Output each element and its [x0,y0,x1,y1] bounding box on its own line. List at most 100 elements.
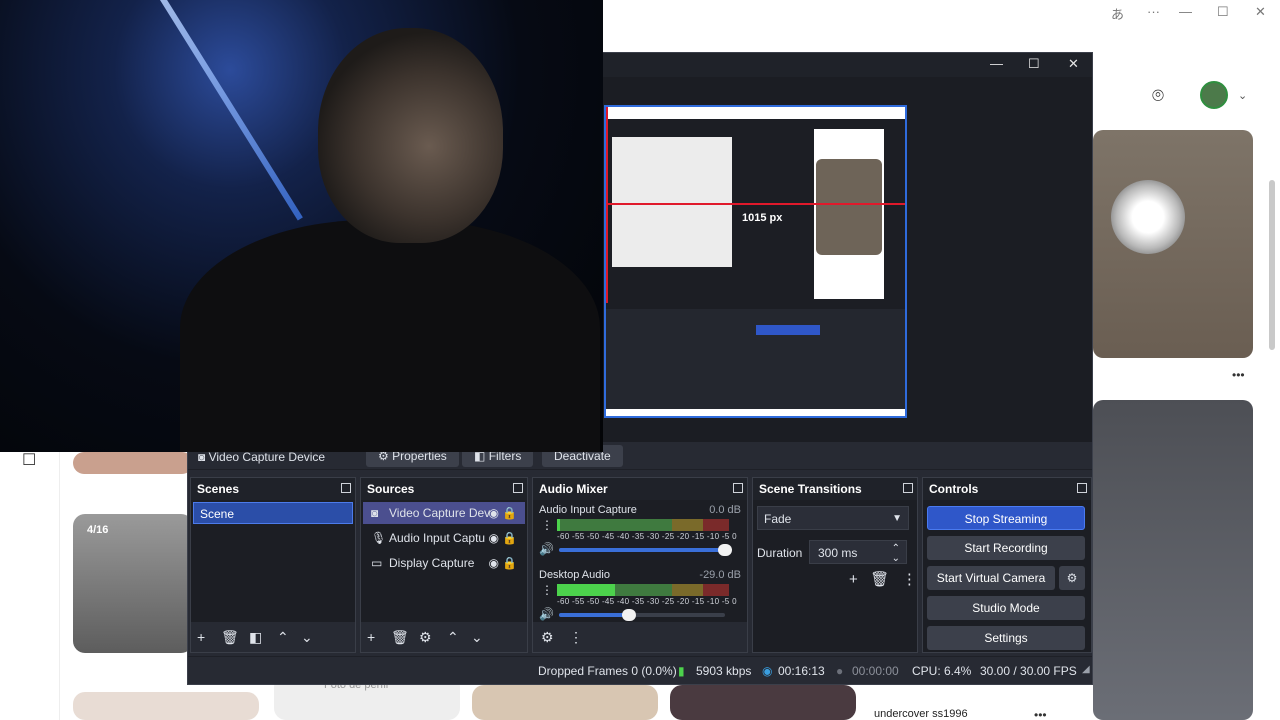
transition-select[interactable]: Fade ▼ [757,506,909,530]
volume-meter [557,519,729,531]
pin-card-bottom-4[interactable] [670,685,856,720]
slider-knob[interactable] [621,609,636,621]
undock-icon[interactable] [1077,483,1087,493]
pin-more-icon[interactable]: ••• [1232,368,1245,382]
kebab-menu-icon[interactable]: ⋮ [541,583,553,597]
browser-scrollbar[interactable] [1269,180,1275,350]
move-up-icon[interactable]: ⌃ [277,629,289,646]
stepper-down-icon[interactable]: ⌄ [892,547,900,571]
browser-titlebar: あ ··· — ☐ ✕ [603,0,1280,27]
add-icon[interactable]: + [849,571,858,588]
eye-icon[interactable]: ◉ [489,527,499,549]
add-icon[interactable]: + [367,629,375,645]
channel-db: -29.0 dB [699,569,741,581]
pin-counter: 4/16 [87,524,109,536]
undock-icon[interactable] [903,483,913,493]
pin-card-bottom-1[interactable] [73,692,259,720]
record-time: 00:00:00 [852,664,899,678]
trash-icon[interactable]: 🗑 [870,571,889,588]
volume-slider[interactable] [559,609,725,621]
resize-grip-icon[interactable]: ◢ [1082,664,1090,675]
virtual-camera-settings-icon[interactable]: ⚙ [1059,566,1085,590]
minimize-icon[interactable]: — [990,56,1003,71]
advanced-audio-icon[interactable]: ⚙ [541,629,554,646]
kebab-menu-icon[interactable]: ⋮ [541,518,553,532]
microphone-icon: 🎙 [371,531,387,545]
pin-image[interactable] [1093,130,1253,358]
lock-icon[interactable]: 🔒 [502,502,517,524]
mixer-body: Audio Input Capture 0.0 dB ⋮ -60 -55 -50… [533,500,747,622]
pin-caption[interactable]: undercover ss1996 [874,708,968,720]
controls-body: Stop Streaming Start Recording Start Vir… [923,500,1091,652]
scene-item[interactable]: Scene [193,502,353,524]
camera-icon: ◙ [371,506,379,520]
meter-scale: -60 -55 -50 -45 -40 -35 -30 -25 -20 -15 … [557,532,737,541]
stream-icon: ◉ [762,664,773,678]
maximize-icon[interactable]: ☐ [1217,4,1229,20]
source-item-video[interactable]: ◙ Video Capture Dev ◉ 🔒 [363,502,525,524]
move-down-icon[interactable]: ⌄ [301,629,313,646]
source-label: Video Capture Dev [389,506,491,520]
undock-icon[interactable] [733,483,743,493]
close-icon[interactable]: ✕ [1255,4,1266,20]
speaker-icon[interactable]: 🔊 [539,542,554,556]
chat-icon[interactable]: ☐ [22,450,36,470]
preview-canvas[interactable] [604,105,907,418]
kebab-menu-icon[interactable]: ⋮ [902,571,917,588]
scenes-list: Scene [191,500,355,622]
undock-icon[interactable] [341,483,351,493]
sources-dock: Sources ◙ Video Capture Dev ◉ 🔒 🎙 Audio … [360,477,528,653]
translate-icon[interactable]: あ [1111,4,1124,23]
eye-icon[interactable]: ◉ [489,552,499,574]
start-virtual-camera-button[interactable]: Start Virtual Camera [927,566,1055,590]
slider-fill [559,548,725,552]
start-recording-button[interactable]: Start Recording [927,536,1085,560]
move-up-icon[interactable]: ⌃ [447,629,459,646]
trash-icon[interactable]: 🗑 [221,629,239,646]
filter-icon[interactable]: ◧ [249,629,262,646]
volume-meter [557,584,729,596]
speaker-icon[interactable]: 🔊 [539,607,554,621]
settings-button[interactable]: Settings [927,626,1085,650]
pin-card-bottom-3[interactable] [472,685,658,720]
channel-db: 0.0 dB [709,504,741,516]
add-icon[interactable]: + [197,629,205,645]
person-head [318,28,503,243]
move-down-icon[interactable]: ⌄ [471,629,483,646]
pin-caption-more-icon[interactable]: ••• [1034,708,1047,720]
pin-card-top[interactable] [73,452,193,474]
cpu-usage: CPU: 6.4% [912,664,972,678]
scenes-dock: Scenes Scene + 🗑 ◧ ⌃ ⌄ [190,477,356,653]
slider-knob[interactable] [718,544,732,556]
meter-scale: -60 -55 -50 -45 -40 -35 -30 -25 -20 -15 … [557,597,737,606]
camera-search-icon[interactable]: ⌾ [1152,85,1164,108]
channel-name: Audio Input Capture [539,504,637,516]
trash-icon[interactable]: 🗑 [391,629,409,646]
dropped-frames: Dropped Frames 0 (0.0%) [538,664,677,678]
scenes-toolbar: + 🗑 ◧ ⌃ ⌄ [191,622,355,652]
lock-icon[interactable]: 🔒 [502,527,517,549]
kebab-menu-icon[interactable]: ⋮ [569,629,583,646]
stop-streaming-button[interactable]: Stop Streaming [927,506,1085,530]
lock-icon[interactable]: 🔒 [502,552,517,574]
gear-icon[interactable]: ⚙ [419,629,432,646]
volume-slider[interactable] [559,544,732,556]
source-item-audio[interactable]: 🎙 Audio Input Captu ◉ 🔒 [363,527,525,549]
fps: 30.00 / 30.00 FPS [980,664,1077,678]
undock-icon[interactable] [513,483,523,493]
studio-mode-button[interactable]: Studio Mode [927,596,1085,620]
mixer-title: Audio Mixer [539,482,608,496]
browser-header: ⌾ ⌄ [1092,63,1280,130]
chevron-down-icon[interactable]: ⌄ [1238,89,1247,102]
pin-card-portrait[interactable]: 4/16 [73,514,193,653]
maximize-icon[interactable]: ☐ [1028,56,1040,72]
more-icon[interactable]: ··· [1147,4,1160,19]
nested-window [612,137,732,267]
minimize-icon[interactable]: — [1179,4,1192,19]
avatar[interactable] [1200,81,1228,109]
source-item-display[interactable]: ▭ Display Capture ◉ 🔒 [363,552,525,574]
close-icon[interactable]: ✕ [1068,56,1079,72]
pin-image-2[interactable] [1093,400,1253,720]
duration-input[interactable]: 300 ms ⌃ ⌄ [809,540,907,564]
eye-icon[interactable]: ◉ [489,502,499,524]
